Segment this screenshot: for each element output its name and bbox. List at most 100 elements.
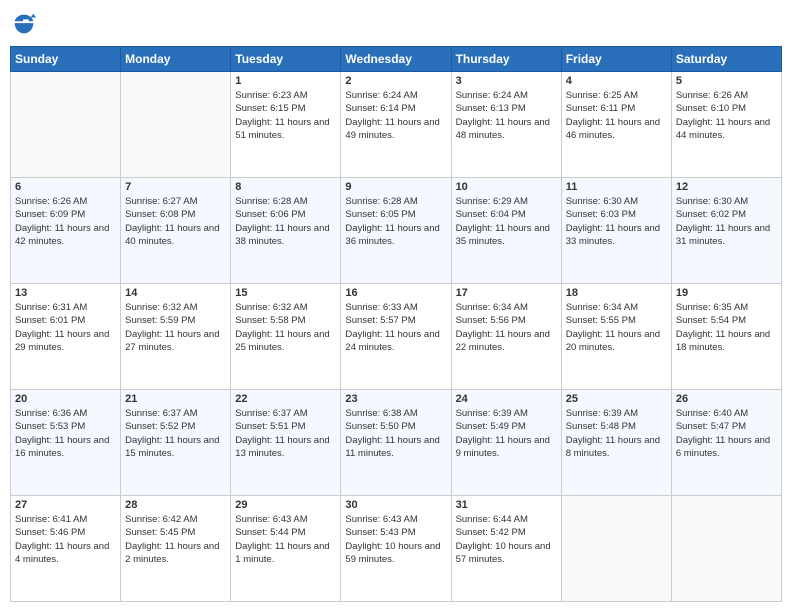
day-info: Sunrise: 6:34 AMSunset: 5:55 PMDaylight:… [566, 301, 667, 354]
day-number: 10 [456, 181, 557, 193]
day-number: 28 [125, 499, 226, 511]
day-number: 13 [15, 287, 116, 299]
day-number: 1 [235, 75, 336, 87]
day-info: Sunrise: 6:28 AMSunset: 6:05 PMDaylight:… [345, 195, 446, 248]
calendar-cell: 19 Sunrise: 6:35 AMSunset: 5:54 PMDayligh… [671, 284, 781, 390]
day-number: 30 [345, 499, 446, 511]
day-number: 24 [456, 393, 557, 405]
day-info: Sunrise: 6:43 AMSunset: 5:43 PMDaylight:… [345, 513, 446, 566]
calendar-cell: 29 Sunrise: 6:43 AMSunset: 5:44 PMDayligh… [231, 496, 341, 602]
calendar-header-thursday: Thursday [451, 47, 561, 72]
day-info: Sunrise: 6:30 AMSunset: 6:03 PMDaylight:… [566, 195, 667, 248]
day-number: 3 [456, 75, 557, 87]
calendar-cell: 25Sunrise: 6:39 AMSunset: 5:48 PMDayligh… [561, 390, 671, 496]
day-info: Sunrise: 6:27 AMSunset: 6:08 PMDaylight:… [125, 195, 226, 248]
day-number: 16 [345, 287, 446, 299]
day-number: 2 [345, 75, 446, 87]
calendar-cell: 13 Sunrise: 6:31 AMSunset: 6:01 PMDayligh… [11, 284, 121, 390]
day-number: 9 [345, 181, 446, 193]
calendar-cell: 22 Sunrise: 6:37 AMSunset: 5:51 PMDayligh… [231, 390, 341, 496]
calendar-header-saturday: Saturday [671, 47, 781, 72]
day-info: Sunrise: 6:36 AMSunset: 5:53 PMDaylight:… [15, 407, 116, 460]
calendar-cell: 2 Sunrise: 6:24 AMSunset: 6:14 PMDaylight… [341, 72, 451, 178]
day-info: Sunrise: 6:25 AMSunset: 6:11 PMDaylight:… [566, 89, 667, 142]
calendar: SundayMondayTuesdayWednesdayThursdayFrid… [10, 46, 782, 602]
calendar-cell: 28Sunrise: 6:42 AMSunset: 5:45 PMDayligh… [121, 496, 231, 602]
calendar-cell: 27 Sunrise: 6:41 AMSunset: 5:46 PMDayligh… [11, 496, 121, 602]
day-info: Sunrise: 6:38 AMSunset: 5:50 PMDaylight:… [345, 407, 446, 460]
day-info: Sunrise: 6:35 AMSunset: 5:54 PMDaylight:… [676, 301, 777, 354]
day-info: Sunrise: 6:23 AMSunset: 6:15 PMDaylight:… [235, 89, 336, 142]
day-number: 6 [15, 181, 116, 193]
logo [10, 10, 42, 38]
day-info: Sunrise: 6:26 AMSunset: 6:09 PMDaylight:… [15, 195, 116, 248]
calendar-header-monday: Monday [121, 47, 231, 72]
day-info: Sunrise: 6:29 AMSunset: 6:04 PMDaylight:… [456, 195, 557, 248]
calendar-cell: 23 Sunrise: 6:38 AMSunset: 5:50 PMDayligh… [341, 390, 451, 496]
calendar-header-tuesday: Tuesday [231, 47, 341, 72]
day-number: 20 [15, 393, 116, 405]
day-number: 26 [676, 393, 777, 405]
calendar-cell: 31 Sunrise: 6:44 AMSunset: 5:42 PMDayligh… [451, 496, 561, 602]
calendar-cell: 7 Sunrise: 6:27 AMSunset: 6:08 PMDaylight… [121, 178, 231, 284]
day-info: Sunrise: 6:43 AMSunset: 5:44 PMDaylight:… [235, 513, 336, 566]
day-number: 19 [676, 287, 777, 299]
day-info: Sunrise: 6:32 AMSunset: 5:58 PMDaylight:… [235, 301, 336, 354]
calendar-cell: 5 Sunrise: 6:26 AMSunset: 6:10 PMDaylight… [671, 72, 781, 178]
day-number: 12 [676, 181, 777, 193]
day-number: 21 [125, 393, 226, 405]
day-number: 11 [566, 181, 667, 193]
day-info: Sunrise: 6:28 AMSunset: 6:06 PMDaylight:… [235, 195, 336, 248]
day-info: Sunrise: 6:32 AMSunset: 5:59 PMDaylight:… [125, 301, 226, 354]
calendar-cell: 8Sunrise: 6:28 AMSunset: 6:06 PMDaylight… [231, 178, 341, 284]
calendar-header-sunday: Sunday [11, 47, 121, 72]
day-number: 27 [15, 499, 116, 511]
calendar-cell [671, 496, 781, 602]
calendar-cell: 4Sunrise: 6:25 AMSunset: 6:11 PMDaylight… [561, 72, 671, 178]
day-info: Sunrise: 6:39 AMSunset: 5:49 PMDaylight:… [456, 407, 557, 460]
calendar-week-row: 1 Sunrise: 6:23 AMSunset: 6:15 PMDaylight… [11, 72, 782, 178]
day-info: Sunrise: 6:40 AMSunset: 5:47 PMDaylight:… [676, 407, 777, 460]
day-number: 23 [345, 393, 446, 405]
day-info: Sunrise: 6:30 AMSunset: 6:02 PMDaylight:… [676, 195, 777, 248]
calendar-header-friday: Friday [561, 47, 671, 72]
calendar-week-row: 27 Sunrise: 6:41 AMSunset: 5:46 PMDayligh… [11, 496, 782, 602]
day-info: Sunrise: 6:26 AMSunset: 6:10 PMDaylight:… [676, 89, 777, 142]
calendar-week-row: 13 Sunrise: 6:31 AMSunset: 6:01 PMDayligh… [11, 284, 782, 390]
day-info: Sunrise: 6:31 AMSunset: 6:01 PMDaylight:… [15, 301, 116, 354]
calendar-cell: 16 Sunrise: 6:33 AMSunset: 5:57 PMDayligh… [341, 284, 451, 390]
day-number: 31 [456, 499, 557, 511]
day-info: Sunrise: 6:33 AMSunset: 5:57 PMDaylight:… [345, 301, 446, 354]
calendar-cell: 24 Sunrise: 6:39 AMSunset: 5:49 PMDayligh… [451, 390, 561, 496]
calendar-header-row: SundayMondayTuesdayWednesdayThursdayFrid… [11, 47, 782, 72]
day-number: 5 [676, 75, 777, 87]
calendar-cell: 30 Sunrise: 6:43 AMSunset: 5:43 PMDayligh… [341, 496, 451, 602]
day-number: 7 [125, 181, 226, 193]
calendar-cell: 3 Sunrise: 6:24 AMSunset: 6:13 PMDaylight… [451, 72, 561, 178]
calendar-cell: 26 Sunrise: 6:40 AMSunset: 5:47 PMDayligh… [671, 390, 781, 496]
calendar-cell: 18 Sunrise: 6:34 AMSunset: 5:55 PMDayligh… [561, 284, 671, 390]
day-number: 17 [456, 287, 557, 299]
day-number: 14 [125, 287, 226, 299]
calendar-cell: 10 Sunrise: 6:29 AMSunset: 6:04 PMDayligh… [451, 178, 561, 284]
day-info: Sunrise: 6:24 AMSunset: 6:14 PMDaylight:… [345, 89, 446, 142]
calendar-week-row: 6 Sunrise: 6:26 AMSunset: 6:09 PMDaylight… [11, 178, 782, 284]
calendar-cell: 9 Sunrise: 6:28 AMSunset: 6:05 PMDaylight… [341, 178, 451, 284]
header [10, 10, 782, 38]
day-number: 22 [235, 393, 336, 405]
day-info: Sunrise: 6:44 AMSunset: 5:42 PMDaylight:… [456, 513, 557, 566]
calendar-cell: 11 Sunrise: 6:30 AMSunset: 6:03 PMDayligh… [561, 178, 671, 284]
calendar-cell [121, 72, 231, 178]
day-info: Sunrise: 6:37 AMSunset: 5:51 PMDaylight:… [235, 407, 336, 460]
day-info: Sunrise: 6:41 AMSunset: 5:46 PMDaylight:… [15, 513, 116, 566]
calendar-cell: 21Sunrise: 6:37 AMSunset: 5:52 PMDayligh… [121, 390, 231, 496]
logo-icon [10, 10, 38, 38]
day-info: Sunrise: 6:34 AMSunset: 5:56 PMDaylight:… [456, 301, 557, 354]
day-info: Sunrise: 6:39 AMSunset: 5:48 PMDaylight:… [566, 407, 667, 460]
day-number: 29 [235, 499, 336, 511]
day-number: 18 [566, 287, 667, 299]
day-number: 15 [235, 287, 336, 299]
calendar-cell: 12 Sunrise: 6:30 AMSunset: 6:02 PMDayligh… [671, 178, 781, 284]
calendar-header-wednesday: Wednesday [341, 47, 451, 72]
day-info: Sunrise: 6:24 AMSunset: 6:13 PMDaylight:… [456, 89, 557, 142]
